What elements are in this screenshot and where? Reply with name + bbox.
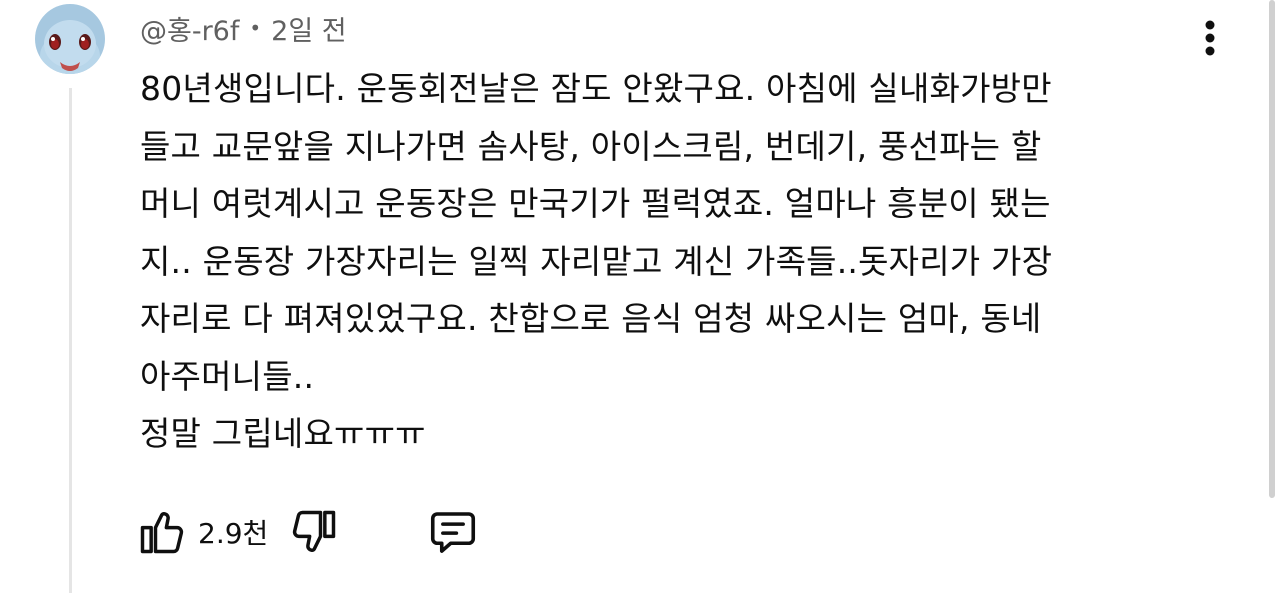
reply-comment-icon	[431, 512, 476, 553]
meta-separator: •	[249, 16, 262, 40]
comment-meta: @홍-r6f • 2일 전	[140, 6, 347, 50]
thumb-up-icon	[140, 512, 184, 554]
like-button[interactable]	[136, 506, 188, 558]
author-handle[interactable]: @홍-r6f	[140, 9, 239, 48]
avatar[interactable]	[35, 4, 105, 74]
comment-line: 정말 그립네요ㅠㅠㅠ	[140, 414, 426, 453]
comment-line: 아주머니들..	[140, 356, 315, 396]
like-count: 2.9천	[198, 517, 269, 550]
dislike-button[interactable]	[288, 506, 340, 558]
more-options-button[interactable]	[1190, 16, 1230, 62]
comment-line: 지.. 운동장 가장자리는 일찍 자리맡고 계신 가족들..돗자리가 가장	[140, 241, 1053, 281]
thread-line	[69, 88, 72, 593]
more-vert-icon	[1205, 20, 1215, 56]
comment-time[interactable]: 2일 전	[271, 9, 346, 48]
thumb-down-icon	[293, 510, 336, 552]
scrollbar[interactable]	[1266, 0, 1280, 593]
comment-line: 자리로 다 펴져있었구요. 찬합으로 음식 엄청 싸오시는 엄마, 동네	[140, 299, 1042, 338]
scrollbar-thumb[interactable]	[1269, 0, 1275, 498]
comment-actions: 2.9천	[136, 500, 480, 564]
comment-line: 머니 여럿계시고 운동장은 만국기가 펄럭였죠. 얼마나 흥분이 됐는	[140, 184, 1051, 223]
comment-line: 들고 교문앞을 지나가면 솜사탕, 아이스크림, 번데기, 풍선파는 할	[140, 126, 1042, 166]
comment-line: 80년생입니다. 운동회전날은 잠도 안왔구요. 아침에 실내화가방만	[140, 69, 1052, 108]
squirtle-avatar-icon	[35, 4, 105, 74]
comment-text: 80년생입니다. 운동회전날은 잠도 안왔구요. 아침에 실내화가방만 들고 교…	[140, 60, 1200, 463]
reply-button[interactable]	[426, 505, 480, 559]
